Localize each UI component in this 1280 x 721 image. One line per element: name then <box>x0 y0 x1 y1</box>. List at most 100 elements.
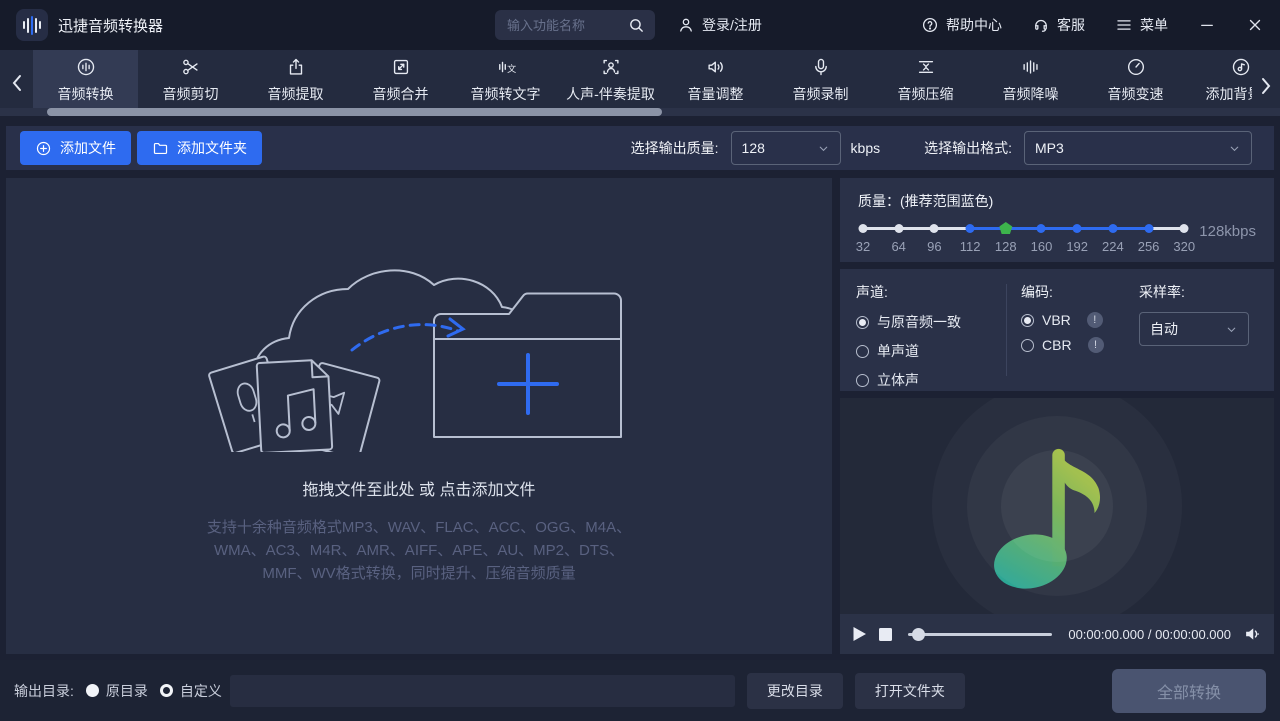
bitrate-slider[interactable]: 326496112128160192224256320 <box>858 221 1189 257</box>
menu-label: 菜单 <box>1140 15 1168 35</box>
headset-icon <box>1032 16 1050 34</box>
tab-audio-merge[interactable]: 音频合并 <box>348 50 453 108</box>
player-controls: 00:00:00.000 / 00:00:00.000 <box>840 614 1274 654</box>
tab-audio-cut[interactable]: 音频剪切 <box>138 50 243 108</box>
audio-denoise-icon <box>1020 55 1042 79</box>
tabs-scrollbar-track[interactable] <box>0 108 1280 116</box>
channel-option[interactable]: 立体声 <box>856 370 1006 390</box>
help-center-button[interactable]: 帮助中心 <box>921 15 1002 35</box>
format-select[interactable]: MP3 <box>1024 131 1252 165</box>
add-file-button[interactable]: 添加文件 <box>20 131 131 165</box>
tabs-scroll-right-button[interactable] <box>1252 64 1280 108</box>
encoding-option[interactable]: VBR! <box>1021 312 1139 328</box>
playback-time: 00:00:00.000 / 00:00:00.000 <box>1068 627 1231 642</box>
volume-icon[interactable] <box>1243 625 1262 643</box>
supported-formats-text: 支持十余种音频格式MP3、WAV、FLAC、ACC、OGG、M4A、 WMA、A… <box>207 516 631 586</box>
folder-icon <box>152 140 169 157</box>
chevron-down-icon <box>1228 142 1241 155</box>
bitrate-tick-label: 64 <box>891 239 905 254</box>
tab-vocal-remove[interactable]: 人声-伴奏提取 <box>558 50 663 108</box>
bitrate-stop-224[interactable] <box>1108 224 1117 233</box>
output-dir-option[interactable]: 自定义 <box>160 681 222 701</box>
samplerate-select[interactable]: 自动 <box>1139 312 1249 346</box>
tab-volume-adjust[interactable]: 音量调整 <box>663 50 768 108</box>
add-folder-button[interactable]: 添加文件夹 <box>137 131 262 165</box>
audio-merge-icon <box>390 55 412 79</box>
quality-select[interactable]: 128 <box>731 131 841 165</box>
bitrate-stop-32[interactable] <box>859 224 868 233</box>
info-icon[interactable]: ! <box>1088 337 1104 353</box>
divider <box>1006 284 1007 376</box>
tabs-scrollbar-thumb[interactable] <box>47 108 662 116</box>
bitrate-stop-112[interactable] <box>966 224 975 233</box>
option-label: 与原音频一致 <box>877 312 961 332</box>
output-dir-option[interactable]: 原目录 <box>86 681 148 701</box>
bitrate-current-marker[interactable] <box>999 222 1012 234</box>
seek-handle[interactable] <box>912 628 925 641</box>
app-logo-icon <box>16 9 48 41</box>
info-icon[interactable]: ! <box>1087 312 1103 328</box>
close-button[interactable] <box>1246 16 1264 34</box>
customer-service-button[interactable]: 客服 <box>1032 15 1085 35</box>
quality-select-value: 128 <box>742 140 765 156</box>
change-directory-button[interactable]: 更改目录 <box>747 673 843 709</box>
encoding-title: 编码: <box>1021 282 1139 302</box>
radio-icon <box>86 684 99 697</box>
bitrate-tick-label: 320 <box>1173 239 1195 254</box>
minimize-button[interactable] <box>1198 16 1216 34</box>
bitrate-tick-label: 224 <box>1102 239 1124 254</box>
bitrate-tick-label: 256 <box>1138 239 1160 254</box>
bitrate-stop-320[interactable] <box>1180 224 1189 233</box>
seek-bar[interactable] <box>908 633 1052 636</box>
channel-option[interactable]: 与原音频一致 <box>856 312 1006 332</box>
search-box[interactable] <box>495 10 655 40</box>
output-dir-label: 输出目录: <box>14 681 74 701</box>
chevron-down-icon <box>817 142 830 155</box>
search-input[interactable] <box>505 17 628 34</box>
custom-path-input[interactable] <box>230 675 735 707</box>
bitrate-stop-160[interactable] <box>1037 224 1046 233</box>
help-icon <box>921 16 939 34</box>
convert-all-button[interactable]: 全部转换 <box>1112 669 1266 713</box>
tab-audio-denoise[interactable]: 音频降噪 <box>978 50 1083 108</box>
format-select-value: MP3 <box>1035 140 1064 156</box>
stop-button[interactable] <box>879 628 892 641</box>
preview-panel: 00:00:00.000 / 00:00:00.000 <box>840 398 1274 654</box>
bitrate-tick-label: 160 <box>1031 239 1053 254</box>
tab-audio-compress[interactable]: 音频压缩 <box>873 50 978 108</box>
add-file-label: 添加文件 <box>60 138 116 158</box>
tab-audio-record[interactable]: 音频录制 <box>768 50 873 108</box>
tab-audio-to-text[interactable]: 文音频转文字 <box>453 50 558 108</box>
tab-label: 音频提取 <box>268 84 324 104</box>
radio-icon <box>160 684 173 697</box>
encoding-option[interactable]: CBR! <box>1021 337 1139 353</box>
tabs-scroll-left-button[interactable] <box>0 50 33 116</box>
file-drop-zone[interactable]: 拖拽文件至此处 或 点击添加文件 支持十余种音频格式MP3、WAV、FLAC、A… <box>6 178 832 654</box>
quality-panel: 质量：(推荐范围蓝色) 326496112128160192224256320 … <box>840 178 1274 262</box>
login-register-button[interactable]: 登录/注册 <box>677 15 762 35</box>
quality-unit: kbps <box>851 140 881 156</box>
open-folder-button[interactable]: 打开文件夹 <box>855 673 965 709</box>
encoding-options: VBR! CBR! <box>1021 312 1139 353</box>
channel-option[interactable]: 单声道 <box>856 341 1006 361</box>
tab-label: 音频转文字 <box>471 84 541 104</box>
vocal-remove-icon <box>600 55 622 79</box>
tab-label: 音频压缩 <box>898 84 954 104</box>
app-title: 迅捷音频转换器 <box>58 15 163 36</box>
radio-icon <box>1021 339 1034 352</box>
tab-label: 音量调整 <box>688 84 744 104</box>
tab-audio-convert[interactable]: 音频转换 <box>33 50 138 108</box>
bitrate-stop-256[interactable] <box>1144 224 1153 233</box>
menu-button[interactable]: 菜单 <box>1115 15 1168 35</box>
bitrate-stop-96[interactable] <box>930 224 939 233</box>
play-button[interactable] <box>852 626 867 642</box>
tab-label: 人声-伴奏提取 <box>566 84 655 104</box>
audio-cut-icon <box>180 55 202 79</box>
tab-audio-extract[interactable]: 音频提取 <box>243 50 348 108</box>
quality-select-label: 选择输出质量: <box>631 138 719 158</box>
tab-audio-speed[interactable]: 音频变速 <box>1083 50 1188 108</box>
audio-convert-icon <box>75 55 97 79</box>
bitrate-stop-64[interactable] <box>894 224 903 233</box>
search-icon[interactable] <box>628 17 645 34</box>
bitrate-stop-192[interactable] <box>1073 224 1082 233</box>
